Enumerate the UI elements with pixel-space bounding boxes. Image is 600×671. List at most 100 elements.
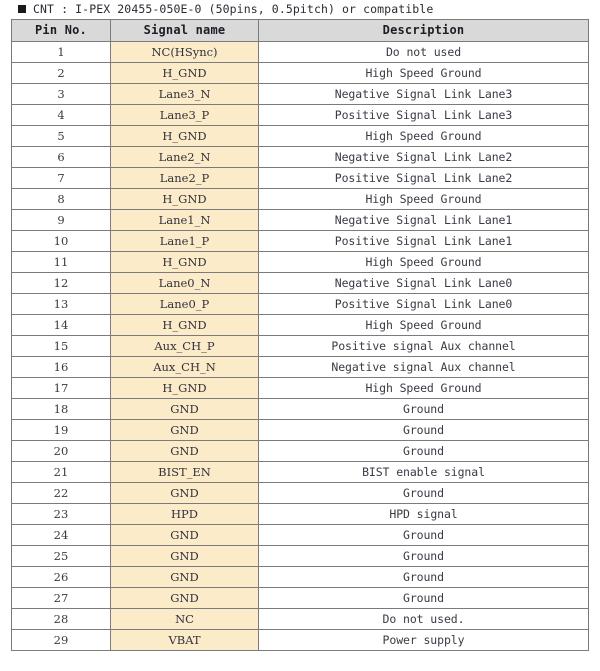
table-row: 3 Lane3_N Negative Signal Link Lane3 — [11, 83, 589, 105]
cell-description: Negative Signal Link Lane3 — [258, 83, 589, 105]
cell-description: Ground — [258, 587, 589, 609]
table-row: 19 GND Ground — [11, 419, 589, 441]
cell-pin-no: 19 — [11, 419, 111, 441]
table-row: 22 GND Ground — [11, 482, 589, 504]
table-row: 18 GND Ground — [11, 398, 589, 420]
table-row: 20 GND Ground — [11, 440, 589, 462]
cell-pin-no: 10 — [11, 230, 111, 252]
table-row: 13 Lane0_P Positive Signal Link Lane0 — [11, 293, 589, 315]
cell-signal-name: VBAT — [110, 629, 259, 651]
cell-signal-name: Lane2_N — [110, 146, 259, 168]
table-row: 26 GND Ground — [11, 566, 589, 588]
cell-pin-no: 7 — [11, 167, 111, 189]
cell-signal-name: H_GND — [110, 314, 259, 336]
column-header-signal-name: Signal name — [110, 19, 259, 42]
table-row: 17 H_GND High Speed Ground — [11, 377, 589, 399]
cell-description: Ground — [258, 440, 589, 462]
cell-pin-no: 22 — [11, 482, 111, 504]
table-row: 28 NC Do not used. — [11, 608, 589, 630]
cell-pin-no: 25 — [11, 545, 111, 567]
cell-signal-name: Lane2_P — [110, 167, 259, 189]
cell-signal-name: BIST_EN — [110, 461, 259, 483]
cell-pin-no: 13 — [11, 293, 111, 315]
cell-signal-name: H_GND — [110, 251, 259, 273]
table-row: 7 Lane2_P Positive Signal Link Lane2 — [11, 167, 589, 189]
cell-signal-name: Aux_CH_P — [110, 335, 259, 357]
connector-caption-text: CNT : I-PEX 20455-050E-0 (50pins, 0.5pit… — [33, 2, 434, 16]
table-row: 21 BIST_EN BIST enable signal — [11, 461, 589, 483]
table-row: 10 Lane1_P Positive Signal Link Lane1 — [11, 230, 589, 252]
table-row: 25 GND Ground — [11, 545, 589, 567]
cell-description: High Speed Ground — [258, 125, 589, 147]
table-row: 11 H_GND High Speed Ground — [11, 251, 589, 273]
cell-pin-no: 6 — [11, 146, 111, 168]
table-row: 2 H_GND High Speed Ground — [11, 62, 589, 84]
cell-description: Positive Signal Link Lane1 — [258, 230, 589, 252]
cell-signal-name: GND — [110, 566, 259, 588]
cell-pin-no: 16 — [11, 356, 111, 378]
cell-signal-name: GND — [110, 398, 259, 420]
cell-description: Do not used — [258, 41, 589, 63]
table-row: 4 Lane3_P Positive Signal Link Lane3 — [11, 104, 589, 126]
cell-pin-no: 18 — [11, 398, 111, 420]
connector-caption: CNT : I-PEX 20455-050E-0 (50pins, 0.5pit… — [11, 0, 433, 18]
cell-description: Ground — [258, 545, 589, 567]
cell-pin-no: 3 — [11, 83, 111, 105]
cell-signal-name: H_GND — [110, 377, 259, 399]
cell-pin-no: 4 — [11, 104, 111, 126]
cell-signal-name: NC(HSync) — [110, 41, 259, 63]
table-header: Pin No. Signal name Description — [11, 19, 589, 42]
table-row: 12 Lane0_N Negative Signal Link Lane0 — [11, 272, 589, 294]
cell-description: High Speed Ground — [258, 314, 589, 336]
cell-description: Negative Signal Link Lane2 — [258, 146, 589, 168]
column-header-pin-no: Pin No. — [11, 19, 111, 42]
cell-description: Negative Signal Link Lane0 — [258, 272, 589, 294]
table-row: 15 Aux_CH_P Positive signal Aux channel — [11, 335, 589, 357]
table-row: 6 Lane2_N Negative Signal Link Lane2 — [11, 146, 589, 168]
table-row: 27 GND Ground — [11, 587, 589, 609]
cell-description: Negative Signal Link Lane1 — [258, 209, 589, 231]
cell-pin-no: 14 — [11, 314, 111, 336]
cell-description: Positive Signal Link Lane0 — [258, 293, 589, 315]
table-row: 9 Lane1_N Negative Signal Link Lane1 — [11, 209, 589, 231]
cell-pin-no: 15 — [11, 335, 111, 357]
cell-signal-name: Lane3_N — [110, 83, 259, 105]
cell-signal-name: GND — [110, 482, 259, 504]
cell-signal-name: Lane0_N — [110, 272, 259, 294]
cell-signal-name: H_GND — [110, 62, 259, 84]
pin-assignment-table-container: Pin No. Signal name Description 1 NC(HSyn… — [11, 19, 589, 651]
cell-signal-name: GND — [110, 524, 259, 546]
cell-pin-no: 23 — [11, 503, 111, 525]
table-row: 5 H_GND High Speed Ground — [11, 125, 589, 147]
filled-square-bullet-icon — [18, 5, 26, 13]
cell-signal-name: NC — [110, 608, 259, 630]
table-row: 29 VBAT Power supply — [11, 629, 589, 651]
cell-pin-no: 29 — [11, 629, 111, 651]
cell-pin-no: 8 — [11, 188, 111, 210]
table-body: 1 NC(HSync) Do not used 2 H_GND High Speed Gr… — [11, 41, 589, 651]
cell-pin-no: 28 — [11, 608, 111, 630]
cell-signal-name: Lane0_P — [110, 293, 259, 315]
cell-signal-name: Lane1_N — [110, 209, 259, 231]
cell-description: Positive Signal Link Lane3 — [258, 104, 589, 126]
cell-description: High Speed Ground — [258, 251, 589, 273]
pin-assignment-page: CNT : I-PEX 20455-050E-0 (50pins, 0.5pit… — [0, 0, 600, 671]
cell-pin-no: 17 — [11, 377, 111, 399]
cell-signal-name: GND — [110, 587, 259, 609]
cell-description: High Speed Ground — [258, 377, 589, 399]
column-header-description: Description — [258, 19, 589, 42]
table-row: 23 HPD HPD signal — [11, 503, 589, 525]
cell-pin-no: 11 — [11, 251, 111, 273]
cell-description: Positive signal Aux channel — [258, 335, 589, 357]
cell-description: High Speed Ground — [258, 62, 589, 84]
cell-description: Positive Signal Link Lane2 — [258, 167, 589, 189]
table-row: 16 Aux_CH_N Negative signal Aux channel — [11, 356, 589, 378]
cell-description: Ground — [258, 419, 589, 441]
cell-signal-name: GND — [110, 545, 259, 567]
pin-assignment-table: Pin No. Signal name Description 1 NC(HSyn… — [11, 19, 589, 651]
cell-pin-no: 24 — [11, 524, 111, 546]
cell-pin-no: 9 — [11, 209, 111, 231]
cell-signal-name: H_GND — [110, 188, 259, 210]
table-row: 8 H_GND High Speed Ground — [11, 188, 589, 210]
cell-description: Ground — [258, 482, 589, 504]
